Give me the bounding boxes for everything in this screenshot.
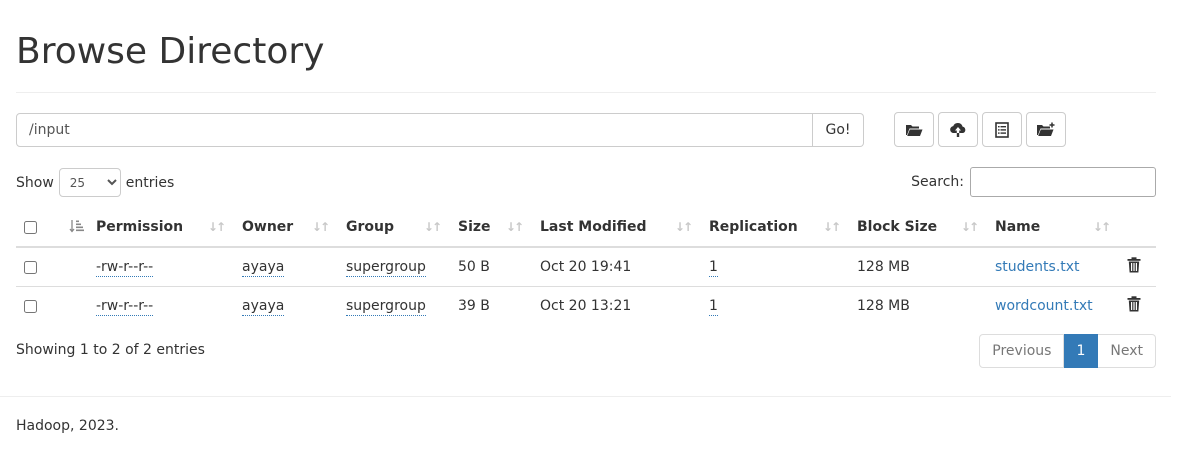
cell-replication: 1 [701,286,849,325]
search-label: Search: [911,174,964,190]
row-select-cell [16,286,58,325]
file-link[interactable]: students.txt [995,259,1080,275]
table-row: -rw-r--r-- ayaya supergroup 50 B Oct 20 … [16,247,1156,287]
cell-group: supergroup [338,247,450,287]
show-label: Show [16,174,54,191]
table-info: Showing 1 to 2 of 2 entries [16,342,205,358]
cell-actions [1119,247,1156,287]
group-value[interactable]: supergroup [346,298,426,316]
cell-last-modified: Oct 20 19:41 [540,259,632,275]
search-box: Search: [911,167,1156,197]
entries-length: Show 25 entries [16,168,174,197]
next-button[interactable]: Next [1098,334,1156,368]
view-list-button[interactable] [982,112,1022,147]
toolbar [894,112,1066,147]
trash-icon[interactable] [1127,257,1141,273]
select-all-header [16,208,58,248]
path-bar: Go! [16,113,864,147]
column-name[interactable]: Name ↓↑ [987,208,1119,248]
search-input[interactable] [970,167,1156,197]
sort-icon: ↓↑ [674,220,693,234]
row-checkbox[interactable] [24,299,37,313]
row-checkbox[interactable] [24,260,37,274]
header-divider [16,92,1156,93]
cell-size: 50 B [458,259,490,275]
sort-order-header[interactable] [58,208,88,248]
file-link[interactable]: wordcount.txt [995,298,1093,314]
sort-icon: ↓↑ [960,220,979,234]
cell-replication: 1 [701,247,849,287]
actions-header [1119,208,1156,248]
previous-button[interactable]: Previous [979,334,1065,368]
cell-block-size: 128 MB [857,259,910,275]
row-spacer [58,286,88,325]
column-owner[interactable]: Owner ↓↑ [234,208,338,248]
cloud-upload-icon [950,122,966,137]
sort-icon: ↓↑ [822,220,841,234]
owner-value[interactable]: ayaya [242,259,285,277]
sort-icon: ↓↑ [423,220,442,234]
cell-last-modified: Oct 20 13:21 [532,286,701,325]
list-alt-icon [995,121,1009,138]
footer-divider [0,396,1171,397]
sort-icon: ↓↑ [311,220,330,234]
replication-value[interactable]: 1 [709,298,718,316]
permission-value[interactable]: -rw-r--r-- [96,259,154,277]
select-all-checkbox[interactable] [24,220,37,234]
replication-value[interactable]: 1 [709,259,718,277]
column-replication[interactable]: Replication ↓↑ [701,208,849,248]
row-spacer [58,247,88,287]
sort-icon: ↓↑ [1092,220,1111,234]
table-row: -rw-r--r-- ayaya supergroup 39 B Oct 20 … [16,286,1156,325]
group-value[interactable]: supergroup [346,259,426,277]
cell-group: supergroup [338,286,450,325]
entries-label: entries [125,174,175,191]
entries-select[interactable]: 25 [58,168,121,197]
sort-amount-icon [69,220,84,233]
cell-block-size: 128 MB [849,286,987,325]
sort-icon: ↓↑ [207,220,226,234]
new-folder-icon [1037,122,1055,136]
row-select-cell [16,247,58,287]
trash-icon[interactable] [1127,296,1141,312]
browse-folder-button[interactable] [894,112,934,147]
cell-permission: -rw-r--r-- [88,247,234,287]
cell-size: 39 B [450,286,532,325]
owner-value[interactable]: ayaya [242,298,285,316]
path-input[interactable] [16,113,813,147]
cell-name: wordcount.txt [987,286,1119,325]
go-button[interactable]: Go! [813,113,864,147]
permission-value[interactable]: -rw-r--r-- [96,298,154,316]
column-block-size[interactable]: Block Size ↓↑ [849,208,987,248]
footer-text: Hadoop, 2023. [16,418,119,434]
cell-owner: ayaya [234,247,338,287]
page-title: Browse Directory [16,31,325,72]
file-table: Permission ↓↑ Owner ↓↑ Group ↓↑ Size ↓↑ Last… [16,208,1156,325]
pagination: Previous 1 Next [979,334,1156,368]
folder-open-icon [906,124,923,136]
table-header-row: Permission ↓↑ Owner ↓↑ Group ↓↑ Size ↓↑ Last… [16,208,1156,248]
sort-icon: ↓↑ [505,220,524,234]
cell-name: students.txt [987,247,1119,287]
upload-button[interactable] [938,112,978,147]
column-last-modified[interactable]: Last Modified ↓↑ [532,208,701,248]
cell-owner: ayaya [234,286,338,325]
create-folder-button[interactable] [1026,112,1066,147]
cell-actions [1119,286,1156,325]
page-button-1[interactable]: 1 [1064,334,1099,368]
column-permission[interactable]: Permission ↓↑ [88,208,234,248]
cell-permission: -rw-r--r-- [88,286,234,325]
column-group[interactable]: Group ↓↑ [338,208,450,248]
column-size[interactable]: Size ↓↑ [450,208,532,248]
